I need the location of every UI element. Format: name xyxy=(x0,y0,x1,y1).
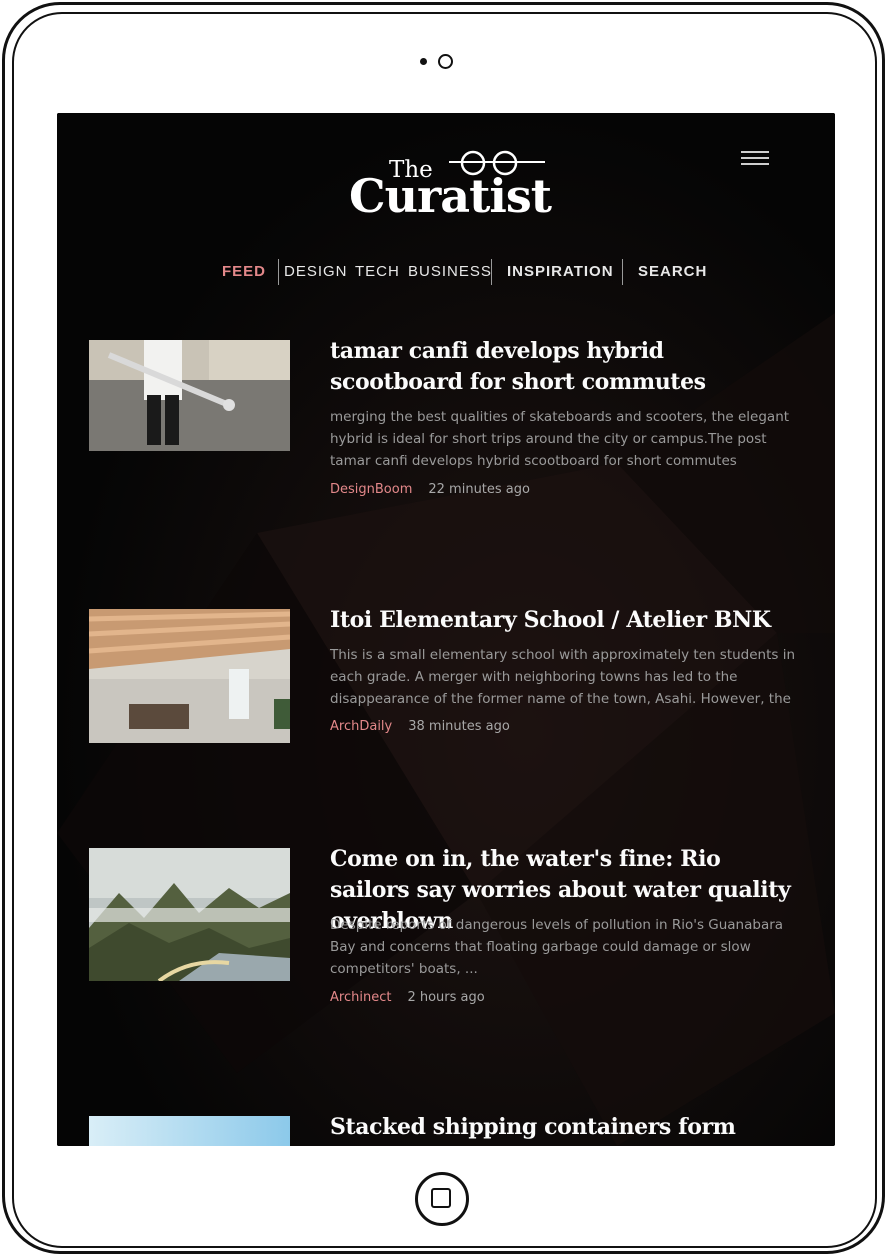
nav-search[interactable]: SEARCH xyxy=(638,263,707,280)
app-screen: The Curatist FEED DESIGN TECH BUSINESS I… xyxy=(57,113,835,1146)
nav-design[interactable]: DESIGN xyxy=(284,263,348,280)
article-excerpt: This is a small elementary school with a… xyxy=(330,647,796,707)
glasses-icon xyxy=(449,150,545,176)
article-time: 2 hours ago xyxy=(407,990,485,1005)
article-excerpt: Despite reports of dangerous levels of p… xyxy=(330,917,784,977)
article-source[interactable]: Archinect xyxy=(330,990,391,1005)
article-title[interactable]: Stacked shipping containers form xyxy=(330,1112,800,1143)
article-title[interactable]: tamar canfi develops hybrid scootboard f… xyxy=(330,336,800,398)
article-time: 38 minutes ago xyxy=(408,719,510,734)
camera-sensor-icon xyxy=(420,58,427,65)
camera-lens-icon xyxy=(438,54,453,69)
article-title[interactable]: Itoi Elementary School / Atelier BNK xyxy=(330,605,800,636)
article-meta: ArchDaily 38 minutes ago xyxy=(330,719,800,734)
article-thumbnail[interactable] xyxy=(89,340,290,451)
article-meta: Archinect 2 hours ago xyxy=(330,990,800,1005)
nav-tech[interactable]: TECH xyxy=(355,263,400,280)
curatist-logo[interactable]: The Curatist xyxy=(347,149,557,229)
article-source[interactable]: ArchDaily xyxy=(330,719,392,734)
article-time: 22 minutes ago xyxy=(428,482,530,497)
article-source[interactable]: DesignBoom xyxy=(330,482,412,497)
article-thumbnail[interactable] xyxy=(89,848,290,981)
article-excerpt: merging the best qualities of skateboard… xyxy=(330,409,790,469)
nav-divider xyxy=(491,259,492,285)
article-thumbnail[interactable] xyxy=(89,1116,290,1146)
home-button[interactable] xyxy=(415,1172,469,1226)
home-square-icon xyxy=(431,1188,451,1208)
nav-divider xyxy=(622,259,623,285)
nav-inspiration[interactable]: INSPIRATION xyxy=(507,263,614,280)
hamburger-menu-icon[interactable] xyxy=(741,151,769,167)
nav-divider xyxy=(278,259,279,285)
article-thumbnail[interactable] xyxy=(89,609,290,743)
article-meta: DesignBoom 22 minutes ago xyxy=(330,482,800,497)
nav-business[interactable]: BUSINESS xyxy=(408,263,492,280)
category-nav: FEED DESIGN TECH BUSINESS INSPIRATION SE… xyxy=(57,255,835,285)
nav-feed[interactable]: FEED xyxy=(222,263,266,280)
